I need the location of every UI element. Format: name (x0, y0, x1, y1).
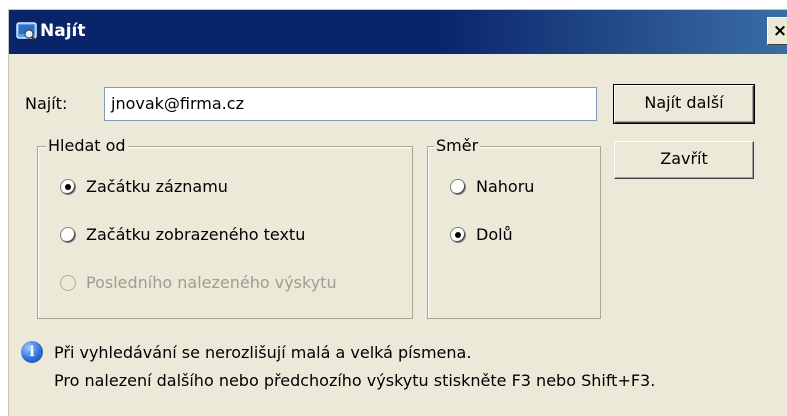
direction-group: Směr Nahoru Dolů (427, 136, 601, 319)
info-icon: i (21, 341, 43, 363)
radio-last-found-occurrence: Posledního nalezeného výskytu (60, 273, 337, 292)
radio-start-of-displayed-text[interactable]: Začátku zobrazeného textu (60, 225, 305, 244)
radio-label: Začátku zobrazeného textu (86, 225, 306, 244)
search-from-title: Hledat od (46, 136, 128, 155)
search-from-group: Hledat od Začátku záznamu Začátku zobraz… (37, 136, 413, 319)
radio-down[interactable]: Dolů (450, 225, 513, 244)
radio-button-checked[interactable] (60, 178, 76, 195)
info-line-1: Při vyhledávání se nerozlišují malá a ve… (54, 343, 472, 362)
radio-button-checked[interactable] (450, 226, 466, 243)
radio-button-disabled (60, 274, 76, 291)
info-line-2: Pro nalezení dalšího nebo předchozího vý… (54, 371, 656, 390)
find-dialog: Najít × Najít: jnovak@firma.cz Najít dal… (8, 9, 787, 416)
radio-label: Začátku záznamu (86, 177, 228, 196)
radio-up[interactable]: Nahoru (450, 177, 534, 196)
radio-label: Dolů (476, 225, 513, 244)
radio-button[interactable] (450, 178, 466, 195)
close-icon: × (772, 21, 787, 41)
find-app-icon (16, 22, 37, 41)
window-title: Najít (40, 21, 86, 41)
radio-button[interactable] (60, 226, 76, 243)
radio-label: Posledního nalezeného výskytu (86, 273, 337, 292)
direction-title: Směr (434, 136, 481, 155)
radio-start-of-record[interactable]: Začátku záznamu (60, 177, 228, 196)
close-button[interactable]: Zavřít (614, 141, 754, 179)
find-label: Najít: (25, 94, 68, 113)
radio-label: Nahoru (476, 177, 535, 196)
find-input[interactable]: jnovak@firma.cz (104, 87, 597, 121)
close-window-button[interactable]: × (767, 17, 787, 45)
find-next-button[interactable]: Najít další (613, 84, 755, 124)
title-bar[interactable]: Najít × (9, 10, 787, 54)
